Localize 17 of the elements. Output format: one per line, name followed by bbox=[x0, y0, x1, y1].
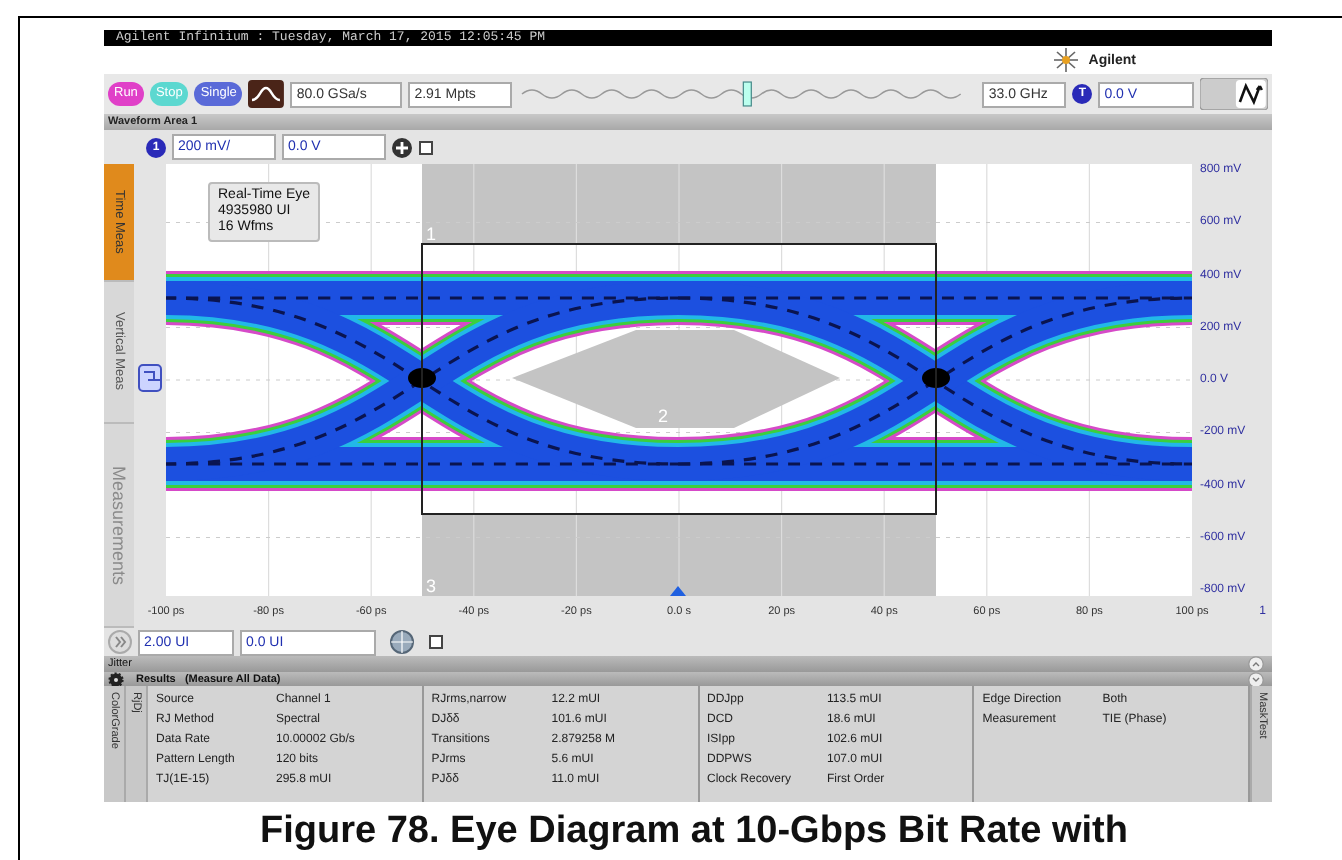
globe-icon[interactable] bbox=[390, 630, 414, 654]
mask-region-label: 3 bbox=[426, 576, 437, 596]
settings-icon[interactable] bbox=[108, 671, 124, 687]
window-icon[interactable] bbox=[418, 139, 434, 155]
mask-region-label: 2 bbox=[658, 406, 669, 426]
trigger-marker-icon[interactable] bbox=[670, 586, 686, 596]
collapse-icon[interactable] bbox=[1248, 671, 1264, 687]
expand-icon[interactable] bbox=[108, 630, 132, 654]
add-icon[interactable] bbox=[392, 137, 412, 157]
channel-ground-marker-icon[interactable] bbox=[138, 364, 162, 392]
edge-trigger-icon[interactable] bbox=[1200, 78, 1268, 110]
window-icon[interactable] bbox=[428, 634, 444, 650]
spark-logo-icon bbox=[1052, 48, 1081, 72]
mask-region-label: 1 bbox=[426, 224, 437, 244]
collapse-icon[interactable] bbox=[1248, 656, 1264, 672]
waveform-icon[interactable] bbox=[248, 80, 285, 108]
figure-caption: Figure 78. Eye Diagram at 10-Gbps Bit Rate with bbox=[260, 808, 1130, 856]
